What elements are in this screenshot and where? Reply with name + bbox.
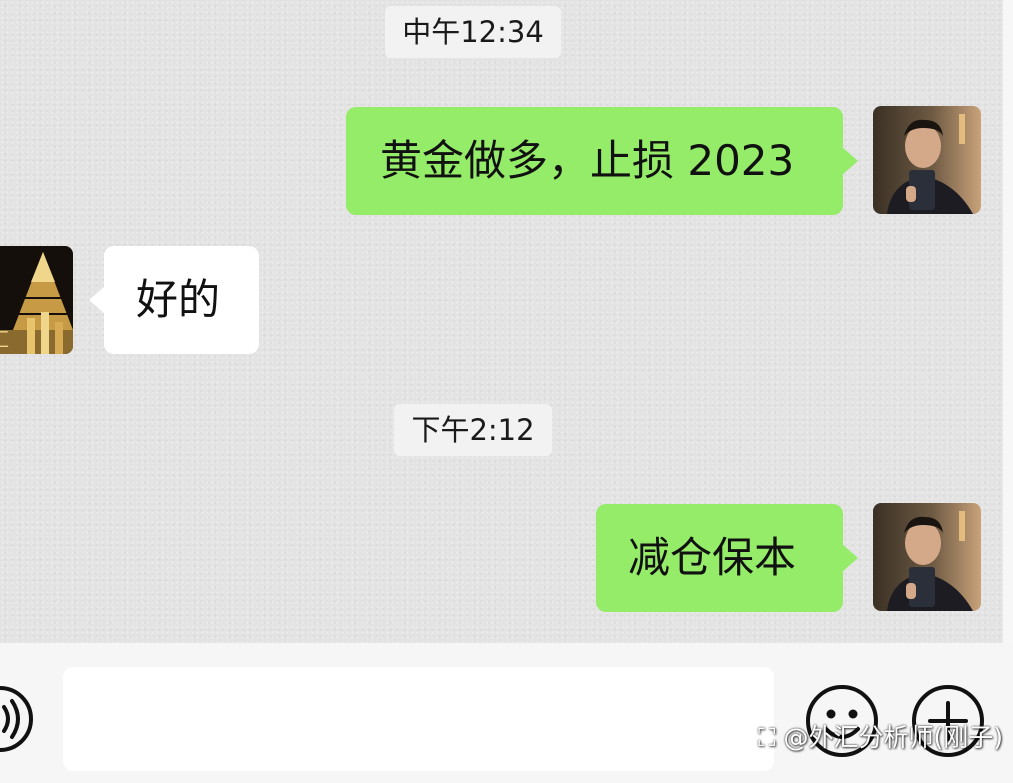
avatar-label: 外汇 [0, 325, 9, 352]
input-bar [0, 643, 1013, 783]
message-bubble-sent[interactable]: 减仓保本 [596, 504, 858, 612]
watermark: ⛶ @外汇分析师(刚子) [758, 718, 1003, 754]
person-photo-icon [873, 503, 981, 611]
scrollbar[interactable] [1003, 0, 1013, 643]
message-text: 好的 [136, 275, 221, 324]
message-bubble-received[interactable]: 好的 [89, 246, 259, 354]
timestamp-text: 下午2:12 [411, 413, 535, 447]
voice-icon[interactable] [0, 679, 36, 759]
contact-avatar[interactable]: 外汇 [0, 246, 73, 354]
chat-area: 中午12:34 黄金做多，止损 2023 好的 下午2:12 减仓保本 [0, 0, 1003, 643]
message-input[interactable] [63, 667, 774, 771]
timestamp-divider: 中午12:34 [385, 6, 561, 58]
timestamp-text: 中午12:34 [402, 15, 544, 49]
watermark-text: @外汇分析师(刚子) [783, 723, 1003, 752]
pyramid-logo-icon [0, 246, 73, 354]
message-text: 黄金做多，止损 2023 [380, 136, 795, 185]
user-avatar[interactable] [873, 106, 981, 214]
zhihu-logo-icon: ⛶ [758, 723, 776, 752]
message-text: 减仓保本 [628, 533, 797, 582]
person-photo-icon [873, 106, 981, 214]
timestamp-divider: 下午2:12 [394, 404, 552, 456]
message-bubble-sent[interactable]: 黄金做多，止损 2023 [346, 107, 858, 215]
user-avatar[interactable] [873, 503, 981, 611]
